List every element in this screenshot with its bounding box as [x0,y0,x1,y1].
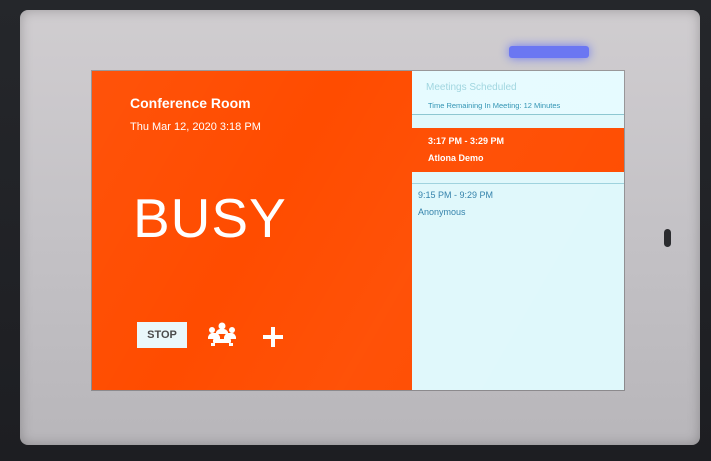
attendees-button[interactable] [204,321,240,347]
room-status-panel: Conference Room Thu Mar 12, 2020 3:18 PM… [92,71,412,390]
meeting-title: Atlona Demo [428,153,484,163]
meetings-heading: Meetings Scheduled [426,82,517,93]
stop-button[interactable]: STOP [137,322,187,348]
add-meeting-button[interactable] [260,324,286,350]
meeting-item-upcoming[interactable]: 9:15 PM - 9:29 PM Anonymous [412,183,624,228]
status-led [509,46,589,58]
meeting-time: 3:17 PM - 3:29 PM [428,136,505,146]
room-name: Conference Room [130,95,251,111]
people-icon [208,322,236,346]
plus-icon [263,327,283,347]
side-button [664,229,671,247]
meetings-panel: Meetings Scheduled Time Remaining In Mee… [412,71,624,390]
meeting-item-current[interactable]: 3:17 PM - 3:29 PM Atlona Demo [412,128,624,172]
stop-button-label: STOP [147,329,177,341]
device-scene: Conference Room Thu Mar 12, 2020 3:18 PM… [0,0,711,461]
time-remaining: Time Remaining In Meeting: 12 Minutes [428,101,561,110]
meetings-header: Meetings Scheduled Time Remaining In Mee… [412,71,624,115]
meeting-title: Anonymous [418,207,466,217]
room-status: BUSY [133,187,287,249]
meeting-time: 9:15 PM - 9:29 PM [418,190,494,200]
current-datetime: Thu Mar 12, 2020 3:18 PM [130,121,261,133]
room-booking-screen: Conference Room Thu Mar 12, 2020 3:18 PM… [92,71,624,390]
